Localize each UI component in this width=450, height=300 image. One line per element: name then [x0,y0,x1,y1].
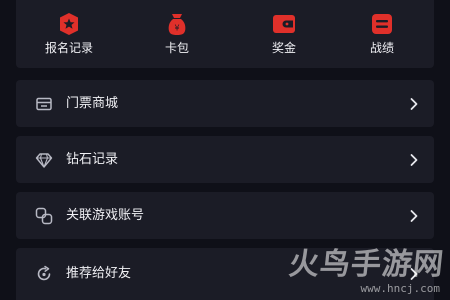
wallet-icon [273,15,295,33]
shortcut-label: 战绩 [369,41,394,55]
chevron-right-icon [410,268,418,280]
chevron-right-icon [410,209,418,222]
menu-item-label: 门票商城 [66,95,119,111]
ticket-shop-icon [36,97,52,110]
share-icon [37,265,51,281]
menu-item-recommend-friend[interactable]: 推荐给好友 [16,248,434,300]
shortcut-label: 奖金 [271,41,296,55]
wallet-bag-icon: ¥ [168,14,186,35]
shortcut-card-pack[interactable]: ¥ 卡包 [142,12,212,56]
shortcut-battle-record[interactable]: 战绩 [347,12,417,56]
menu-item-label: 推荐给好友 [66,266,132,281]
shortcut-label: 报名记录 [44,41,93,55]
link-icon [35,207,53,224]
menu-item-ticket-shop[interactable]: 门票商城 [16,80,434,127]
menu-item-label: 钻石记录 [66,151,119,167]
diamond-icon [35,152,53,168]
svg-text:¥: ¥ [174,24,179,33]
menu-item-link-game-account[interactable]: 关联游戏账号 [16,192,434,239]
shortcut-signup-records[interactable]: 报名记录 [34,12,104,56]
shortcut-bonus[interactable]: 奖金 [249,12,319,56]
chevron-right-icon [410,97,418,110]
shortcut-bar: 报名记录 ¥ 卡包 奖金 战绩 [16,0,434,68]
record-list-icon [372,14,392,34]
star-badge-icon [60,13,78,35]
chevron-right-icon [410,153,418,166]
shortcut-label: 卡包 [164,41,189,55]
profile-menu-screen: 报名记录 ¥ 卡包 奖金 战绩 门票商城 钻石记录 关联游戏账号 推荐给好友 火… [0,0,450,300]
menu-item-diamond-records[interactable]: 钻石记录 [16,136,434,183]
menu-item-label: 关联游戏账号 [66,207,145,223]
